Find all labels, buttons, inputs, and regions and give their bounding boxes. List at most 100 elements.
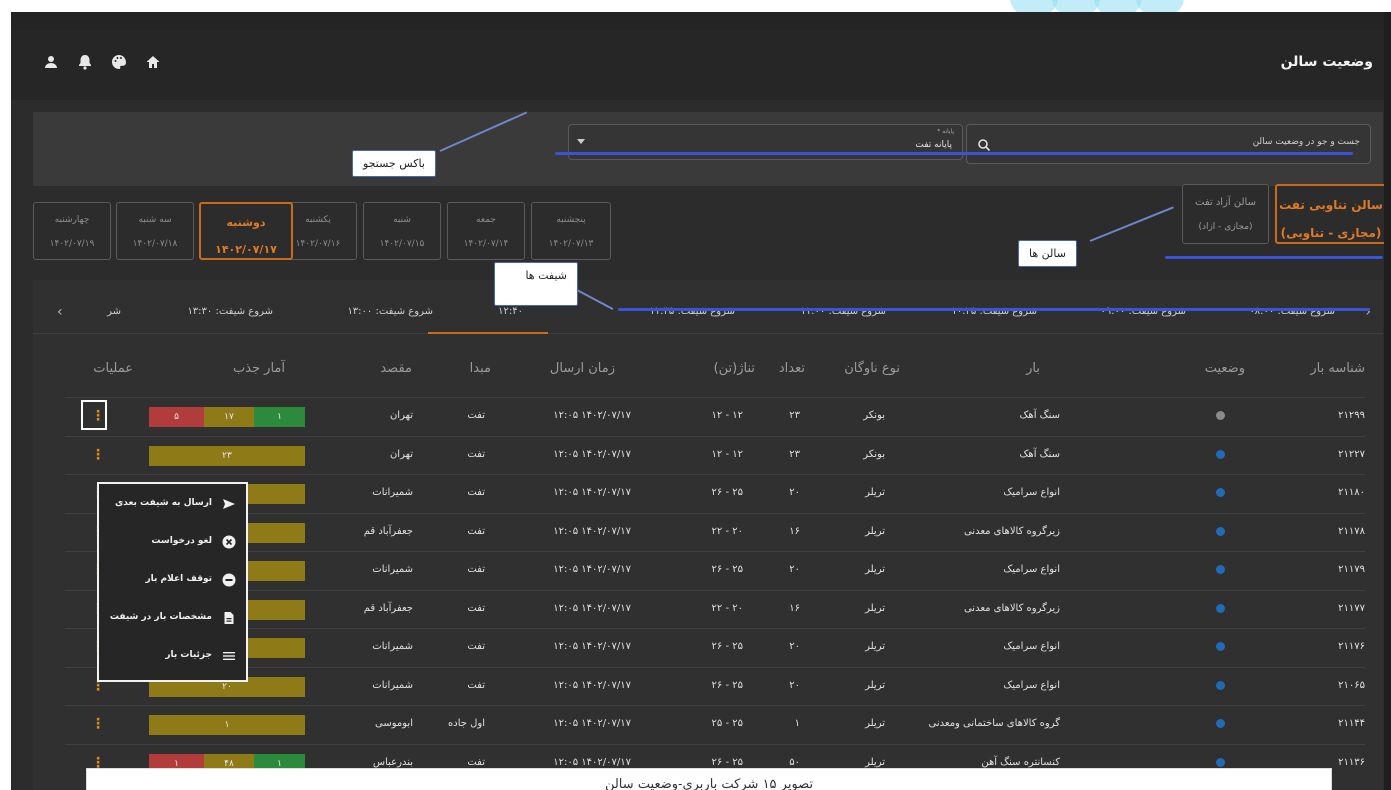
cell-destination: شمیرانات (372, 564, 413, 575)
day-card-wednesday[interactable]: چهارشنبه ۱۴۰۲/۰۷/۱۹ (33, 202, 111, 260)
menu-item-cargo-details[interactable]: جزئیات بار (106, 644, 236, 666)
table-row[interactable]: ۲۱۱۸۰ انواع سرامیک تریلر ۲۰ ۲۵ - ۲۶ ۱۴۰۲/۰۷/۱… (65, 474, 1365, 511)
day-card-monday[interactable]: دوشنبه ۱۴۰۲/۰۷/۱۷ (199, 202, 293, 260)
status-dot (1216, 719, 1225, 728)
cell-cargo: گروه کالاهای ساختمانی ومعدنی (928, 718, 1061, 729)
day-card-saturday[interactable]: شنبه ۱۴۰۲/۰۷/۱۵ (363, 202, 441, 260)
hall-card-azad[interactable]: سالن آزاد تفت (مجازی - ازاد) (1182, 184, 1269, 244)
table-row[interactable]: ۲۱۰۶۵ انواع سرامیک تریلر ۲۰ ۲۵ - ۲۶ ۱۴۰۲/۰۷/۱… (65, 666, 1365, 704)
halls-callout: سالن ها (1018, 240, 1077, 267)
header-cargo: بار (1026, 361, 1040, 376)
terminal-value: پایانه تفت (915, 140, 952, 150)
hall-name: سالن آزاد تفت (1195, 197, 1256, 208)
status-dot (1216, 526, 1225, 536)
cell-cargo: انواع سرامیک (1003, 487, 1060, 498)
stop-icon (222, 572, 236, 587)
header-icons (43, 54, 161, 70)
cell-id: ۲۱۱۸۰ (1338, 487, 1365, 498)
palette-icon[interactable] (111, 54, 127, 70)
cell-cargo: انواع سرامیک (1003, 564, 1060, 575)
day-name: چهارشنبه (54, 215, 90, 225)
app-header: وضعیت سالن (11, 30, 1387, 100)
table-row[interactable]: ۲۱۲۲۷ سنگ آهک بونکر ۲۳ ۱۲ - ۱۲ ۱۴۰۲/۰۷/۱۷ ۱۲:… (65, 435, 1365, 473)
menu-item-cargo-specs[interactable]: مشخصات بار در شیفت (106, 606, 236, 628)
chevron-left-icon[interactable]: ‹ (57, 304, 63, 320)
day-date: ۱۴۰۲/۰۷/۱۷ (215, 243, 277, 256)
table-row[interactable]: ۲۱۱۴۴ گروه کالاهای ساختمانی ومعدنی تریلر ۱ ۲… (65, 705, 1365, 742)
cell-cargo: زیرگروه کالاهای معدنی (963, 525, 1060, 537)
shifts-callout: شیفت ها (494, 262, 578, 306)
search-placeholder: جست و جو در وضعیت سالن (1252, 137, 1360, 147)
shift-tab[interactable]: شروع شیفت: ۱۳:۳۰ (187, 306, 273, 317)
table-row[interactable]: ۲۱۱۷۹ انواع سرامیک تریلر ۲۰ ۲۵ - ۲۶ ۱۴۰۲/۰۷/۱… (65, 551, 1365, 588)
chevron-right-icon[interactable]: › (1365, 304, 1371, 320)
cell-sent-time: ۱۴۰۲/۰۷/۱۷ ۱۲:۰۵ (553, 679, 631, 691)
stats-segment-green: ۱ (254, 407, 305, 427)
table-row[interactable]: ۲۱۲۹۹ سنگ آهک بونکر ۲۳ ۱۲ - ۱۲ ۱۴۰۲/۰۷/۱۷ ۱۲:… (65, 397, 1365, 434)
cell-destination: جعفرآباد قم (363, 525, 413, 537)
stats-bar: ۲۳ (149, 445, 305, 466)
status-dot (1216, 488, 1225, 497)
cell-sent-time: ۱۴۰۲/۰۷/۱۷ ۱۲:۰۵ (553, 525, 631, 537)
hall-card-tanavobi[interactable]: سالن تناوبی تفت (مجازی - تناوبی) (1275, 184, 1387, 244)
cell-destination: جعفرآباد قم (363, 602, 413, 614)
cell-tonnage: ۲۵ - ۲۶ (711, 641, 743, 652)
cell-id: ۲۱۱۷۹ (1338, 564, 1365, 575)
search-annotation-underline (555, 152, 1353, 155)
cell-cargo: انواع سرامیک (1003, 679, 1060, 691)
bell-icon[interactable] (77, 54, 93, 70)
menu-item-cancel-request[interactable]: لغو درخواست (106, 530, 236, 552)
more-actions-icon[interactable]: ⋮ (91, 447, 105, 463)
cell-fleet: تریلر (865, 525, 885, 537)
more-actions-icon[interactable]: ⋮ (91, 716, 105, 732)
day-date: ۱۴۰۲/۰۷/۱۳ (548, 239, 594, 249)
menu-item-send-next-shift[interactable]: ارسال به شیفت بعدی (106, 492, 236, 514)
cell-tonnage: ۲۵ - ۲۶ (711, 487, 743, 498)
menu-item-label: مشخصات بار در شیفت (109, 612, 212, 622)
day-name: جمعه (476, 215, 496, 225)
day-card-thursday[interactable]: پنجشنبه ۱۴۰۲/۰۷/۱۳ (531, 202, 611, 260)
cell-count: ۲۰ (789, 679, 800, 691)
shift-tab-active[interactable]: ۱۲:۴۰ (498, 306, 523, 317)
stats-segment-red: ۵ (149, 407, 204, 427)
search-input[interactable]: جست و جو در وضعیت سالن (966, 124, 1371, 164)
cell-sent-time: ۱۴۰۲/۰۷/۱۷ ۱۲:۰۵ (553, 410, 631, 421)
menu-item-label: توقف اعلام بار (145, 574, 212, 584)
day-card-friday[interactable]: جمعه ۱۴۰۲/۰۷/۱۴ (447, 202, 525, 260)
table-row[interactable]: ۲۱۱۷۸ زیرگروه کالاهای معدنی تریلر ۱۶ ۲۰ - ۲۲… (65, 512, 1365, 550)
cell-cargo: انواع سرامیک (1003, 641, 1060, 652)
user-icon[interactable] (43, 54, 59, 70)
cell-id: ۲۱۰۶۵ (1338, 679, 1365, 691)
cell-destination: شمیرانات (372, 641, 413, 652)
shift-tab[interactable]: شروع شیفت: ۱۳:۰۰ (347, 306, 433, 317)
cell-origin: تفت (467, 448, 485, 460)
cell-tonnage: ۱۲ - ۱۲ (711, 410, 743, 421)
cancel-icon (222, 534, 236, 549)
cell-origin: تفت (467, 602, 485, 614)
cell-sent-time: ۱۴۰۲/۰۷/۱۷ ۱۲:۰۵ (553, 487, 631, 498)
cell-fleet: تریلر (865, 564, 885, 575)
table-row[interactable]: ۲۱۱۷۶ انواع سرامیک تریلر ۲۰ ۲۵ - ۲۶ ۱۴۰۲/۰۷/۱… (65, 628, 1365, 665)
shift-tab[interactable]: شر (107, 306, 121, 317)
hall-name: سالن تناوبی تفت (1279, 198, 1383, 212)
page: وضعیت سالن جست و جو در وضعیت سالن پایانه… (11, 30, 1387, 790)
cell-origin: تفت (467, 525, 485, 537)
home-icon[interactable] (145, 54, 161, 70)
figure-caption: تصویر ۱۵ شرکت باربری-وضعیت سالن (86, 768, 1332, 790)
cell-count: ۱ (794, 718, 800, 729)
list-icon (222, 648, 236, 662)
cell-fleet: تریلر (865, 679, 885, 691)
table-row[interactable]: ۲۱۱۷۷ زیرگروه کالاهای معدنی تریلر ۱۶ ۲۰ - ۲۲… (65, 589, 1365, 627)
send-icon (222, 496, 236, 510)
cell-count: ۵۰ (789, 756, 800, 768)
cell-sent-time: ۱۴۰۲/۰۷/۱۷ ۱۲:۰۵ (553, 718, 631, 729)
status-dot (1216, 603, 1225, 613)
day-name: شنبه (393, 215, 411, 225)
day-date: ۱۴۰۲/۰۷/۱۸ (132, 239, 178, 249)
menu-item-stop-announcement[interactable]: توقف اعلام بار (106, 568, 236, 590)
cell-fleet: تریلر (865, 718, 885, 729)
status-dot (1216, 757, 1225, 767)
day-card-tuesday[interactable]: سه شنبه ۱۴۰۲/۰۷/۱۸ (116, 202, 194, 260)
shifts-annotation-underline (618, 308, 1370, 311)
stats-bar: ۱ (149, 715, 305, 735)
